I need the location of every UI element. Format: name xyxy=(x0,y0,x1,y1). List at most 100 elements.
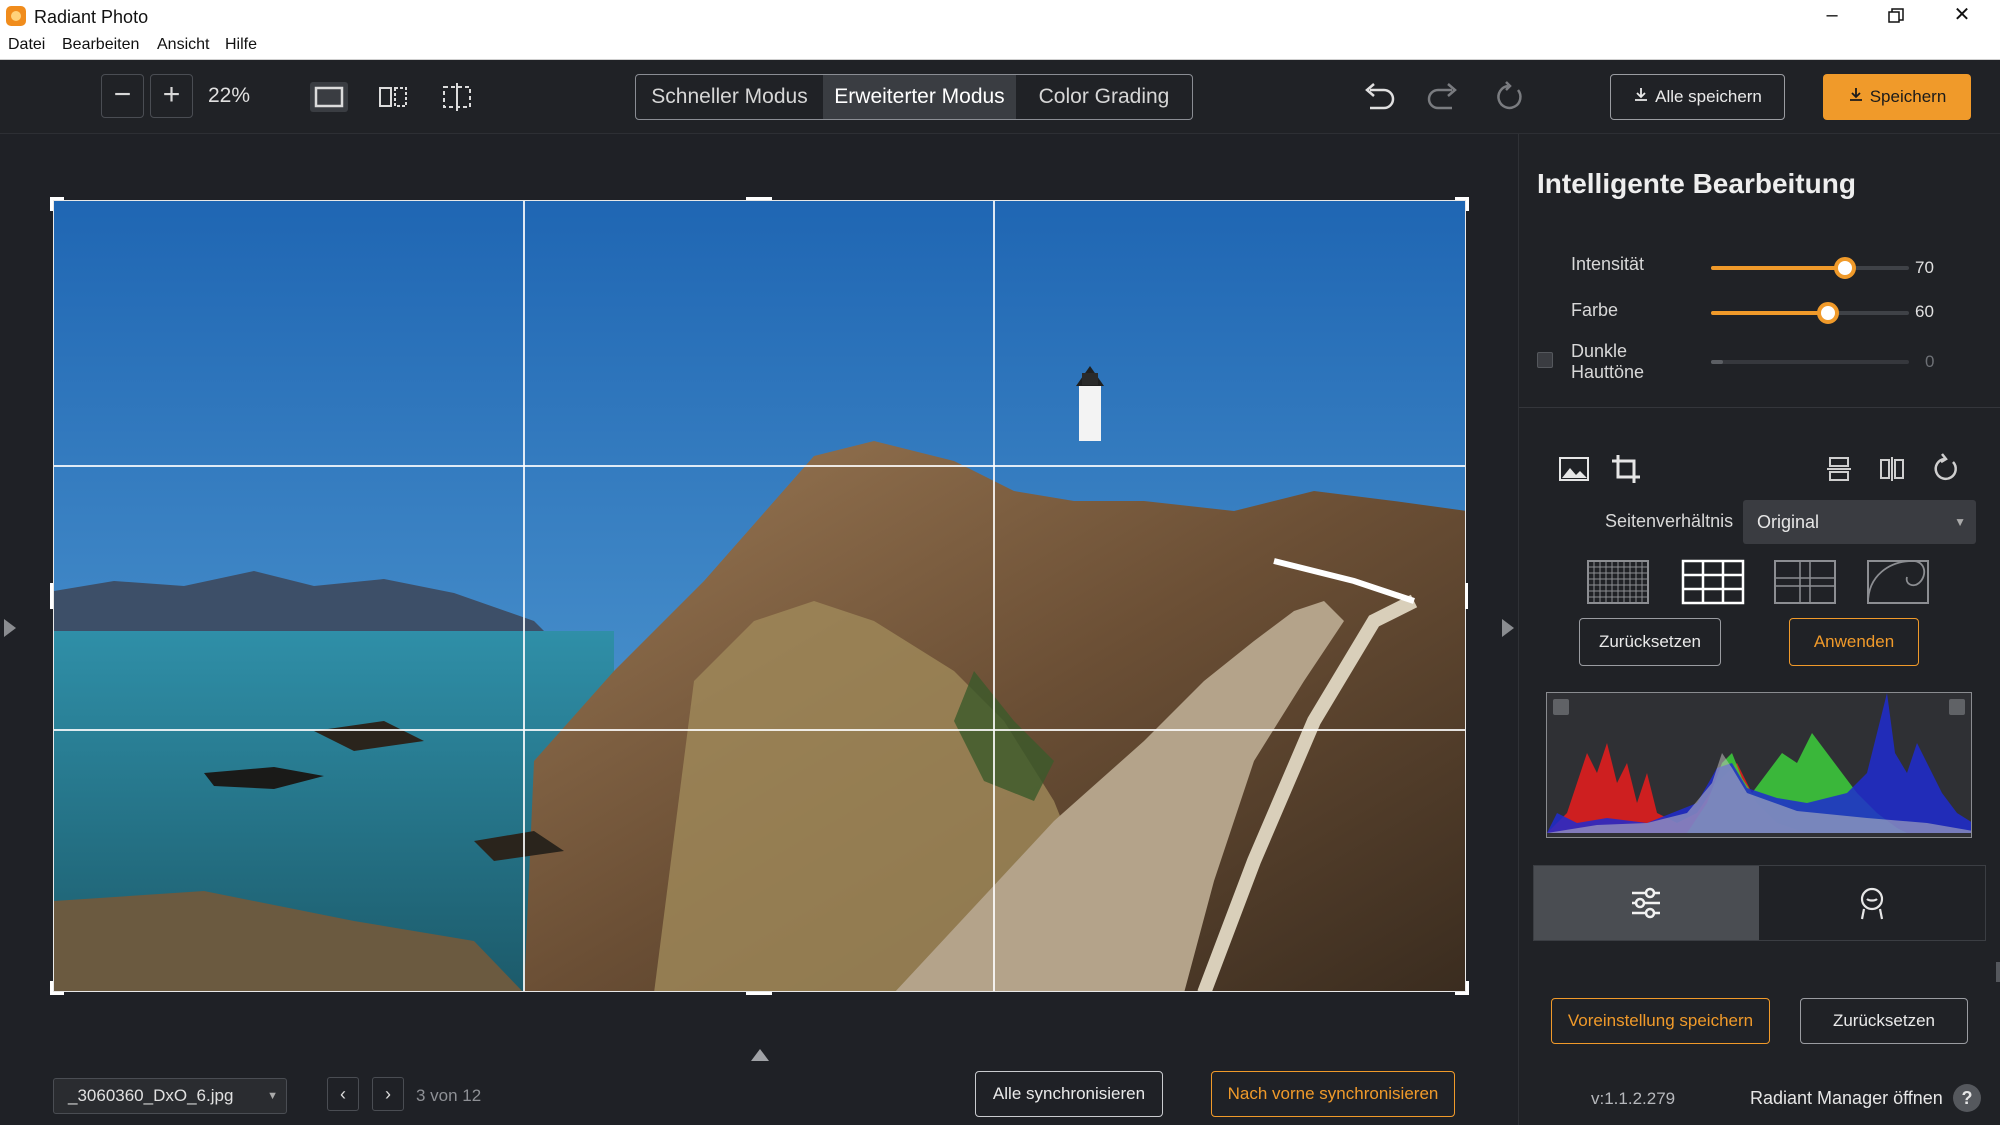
zoom-out-icon[interactable]: − xyxy=(101,74,144,118)
chevron-down-icon: ▼ xyxy=(267,1090,278,1102)
right-panel: Intelligente Bearbeitung Intensität 70 F… xyxy=(1518,134,2000,1125)
dark-skin-checkbox[interactable] xyxy=(1537,352,1553,368)
chevron-left-icon[interactable]: ‹ xyxy=(327,1077,359,1111)
slider-thumb[interactable] xyxy=(1834,257,1856,279)
highlight-clipping-toggle[interactable] xyxy=(1949,699,1965,715)
menu-ansicht[interactable]: Ansicht xyxy=(157,36,209,54)
aspect-ratio-label: Seitenverhältnis xyxy=(1605,511,1734,531)
save-preset-button[interactable]: Voreinstellung speichern xyxy=(1551,998,1770,1044)
crop-handle[interactable] xyxy=(1465,583,1468,609)
grid-line xyxy=(993,201,995,991)
aspect-ratio-value: Original xyxy=(1757,512,1820,532)
crop-view-icon[interactable] xyxy=(438,82,476,112)
menu-datei[interactable]: Datei xyxy=(8,36,45,54)
histogram-graph xyxy=(1547,693,1971,833)
slider-fill xyxy=(1711,266,1845,270)
panel-title: Intelligente Bearbeitung xyxy=(1537,168,1856,199)
image-icon[interactable] xyxy=(1557,452,1591,486)
chevron-down-icon: ▼ xyxy=(1954,515,1966,529)
download-icon xyxy=(1633,76,1649,120)
app-title: Radiant Photo xyxy=(34,7,149,27)
apply-button[interactable]: Anwenden xyxy=(1789,618,1919,666)
landscape-image xyxy=(54,201,1465,991)
grid-thirds-icon[interactable] xyxy=(1680,558,1746,606)
crop-reset-button[interactable]: Zurücksetzen xyxy=(1579,618,1721,666)
crop-handle[interactable] xyxy=(50,981,64,995)
tab-color-grading[interactable]: Color Grading xyxy=(1016,75,1192,119)
mode-switcher: Schneller Modus Erweiterter Modus Color … xyxy=(635,74,1193,120)
grid-diagonal-icon[interactable] xyxy=(1772,558,1838,606)
slider-label-farbe: Farbe xyxy=(1571,300,1619,320)
file-name: _3060360_DxO_6.jpg xyxy=(68,1086,234,1105)
crop-handle[interactable] xyxy=(1455,981,1469,995)
maximize-icon[interactable] xyxy=(1864,0,1928,32)
skin-tone-slider[interactable] xyxy=(1711,360,1909,364)
reset-button[interactable]: Zurücksetzen xyxy=(1800,998,1968,1044)
crop-handle[interactable] xyxy=(746,197,772,200)
flip-vertical-icon[interactable] xyxy=(1822,452,1856,486)
title-bar: Radiant Photo – ✕ xyxy=(0,0,2000,32)
crop-icon[interactable] xyxy=(1609,452,1643,486)
zoom-in-icon[interactable]: + xyxy=(150,74,193,118)
file-selector[interactable]: _3060360_DxO_6.jpg ▼ xyxy=(53,1078,287,1114)
grid-fine-icon[interactable] xyxy=(1585,558,1651,606)
histogram xyxy=(1546,692,1972,838)
tab-adjustments[interactable] xyxy=(1534,866,1759,940)
chevron-right-icon[interactable] xyxy=(1502,619,1514,637)
slider-thumb[interactable] xyxy=(1711,360,1723,364)
help-icon[interactable]: ? xyxy=(1953,1084,1981,1112)
minimize-icon[interactable]: – xyxy=(1800,0,1864,32)
tab-erweiterter-modus[interactable]: Erweiterter Modus xyxy=(823,75,1016,119)
grid-line xyxy=(54,465,1465,467)
scrollbar[interactable] xyxy=(1996,962,2000,982)
sync-all-button[interactable]: Alle synchronisieren xyxy=(975,1071,1163,1117)
save-button[interactable]: Speichern xyxy=(1823,74,1971,120)
divider xyxy=(1519,407,2000,408)
face-icon xyxy=(1860,887,1884,920)
crop-handle[interactable] xyxy=(1455,197,1469,211)
split-view-icon[interactable] xyxy=(374,82,412,112)
menu-bearbeiten[interactable]: Bearbeiten xyxy=(62,36,139,54)
color-slider[interactable] xyxy=(1711,302,1909,324)
toolbar: − + 22% Schneller Modus Erweiterter Modu… xyxy=(0,60,2000,134)
golden-spiral-icon[interactable] xyxy=(1865,558,1931,606)
menu-bar: Datei Bearbeiten Ansicht Hilfe xyxy=(0,32,2000,60)
slider-fill xyxy=(1711,311,1828,315)
app-icon xyxy=(6,6,26,26)
flip-horizontal-icon[interactable] xyxy=(1875,452,1909,486)
tab-schneller-modus[interactable]: Schneller Modus xyxy=(636,75,823,119)
intensity-slider[interactable] xyxy=(1711,257,1909,279)
slider-label-intensitaet: Intensität xyxy=(1571,254,1645,274)
undo-icon[interactable] xyxy=(1358,80,1398,114)
slider-thumb[interactable] xyxy=(1817,302,1839,324)
tab-portrait[interactable] xyxy=(1759,866,1985,940)
filmstrip-toggle-icon[interactable] xyxy=(751,1049,769,1061)
version-label: v:1.1.2.279 xyxy=(1591,1089,1676,1108)
grid-line xyxy=(54,729,1465,731)
radiant-manager-link[interactable]: Radiant Manager öffnen xyxy=(1750,1088,1943,1109)
image-position: 3 von 12 xyxy=(416,1086,482,1105)
reset-icon[interactable] xyxy=(1490,80,1530,114)
chevron-right-icon[interactable]: › xyxy=(372,1077,404,1111)
slider-label-dunkle-hauttoene: Dunkle Hauttöne xyxy=(1571,341,1645,382)
grid-line xyxy=(523,201,525,991)
sync-forward-button[interactable]: Nach vorne synchronisieren xyxy=(1211,1071,1455,1117)
aspect-ratio-select[interactable]: Original ▼ xyxy=(1743,500,1976,544)
chevron-left-icon[interactable] xyxy=(4,619,16,637)
close-icon[interactable]: ✕ xyxy=(1930,0,1994,32)
photo[interactable] xyxy=(53,200,1466,992)
redo-icon[interactable] xyxy=(1424,80,1464,114)
crop-handle[interactable] xyxy=(746,992,772,995)
crop-handle[interactable] xyxy=(50,583,53,609)
download-icon xyxy=(1848,75,1864,121)
menu-hilfe[interactable]: Hilfe xyxy=(225,36,257,54)
save-all-button[interactable]: Alle speichern xyxy=(1610,74,1785,120)
single-view-icon[interactable] xyxy=(310,82,348,112)
slider-value: 70 xyxy=(1915,258,1934,277)
save-label: Speichern xyxy=(1869,87,1947,106)
crop-handle[interactable] xyxy=(50,197,64,211)
rotate-icon[interactable] xyxy=(1928,452,1962,486)
sliders-icon xyxy=(1632,887,1660,919)
shadow-clipping-toggle[interactable] xyxy=(1553,699,1569,715)
save-all-label: Alle speichern xyxy=(1655,87,1762,106)
